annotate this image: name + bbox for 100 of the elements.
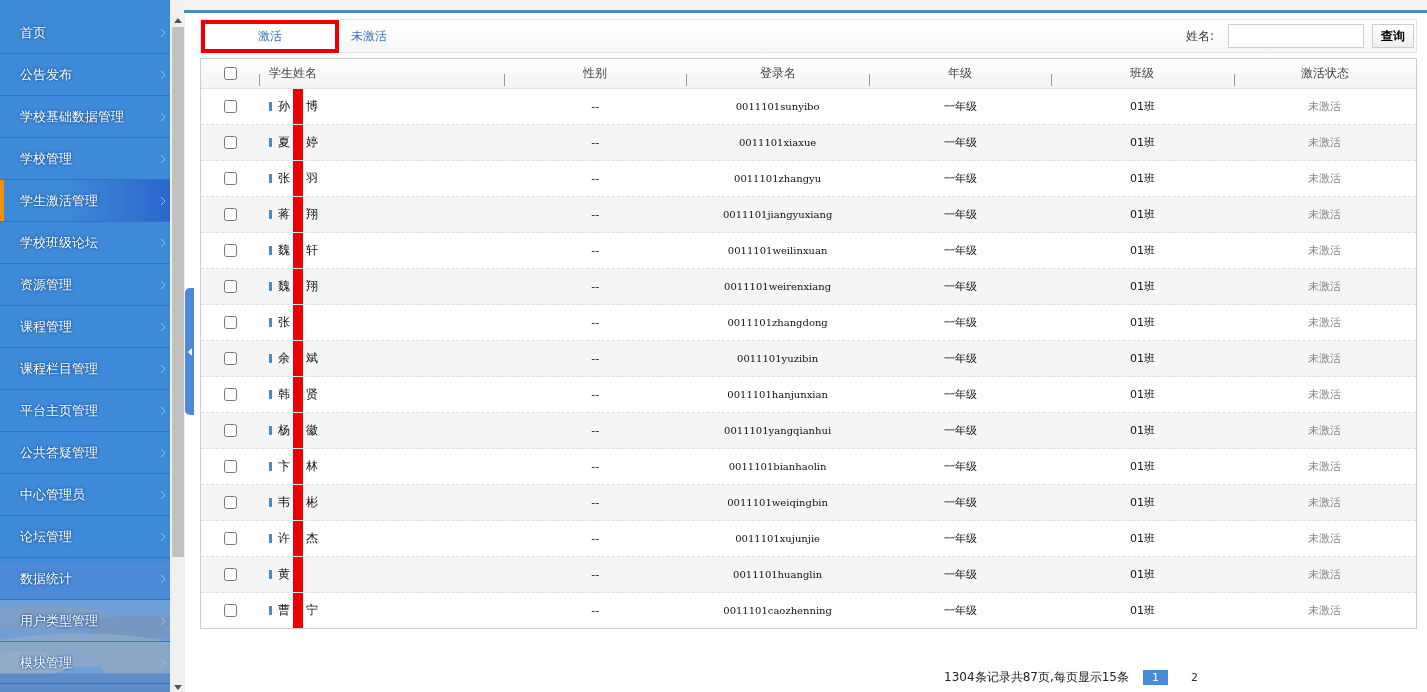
table-cell: 未激活 xyxy=(1308,495,1342,510)
row-checkbox[interactable] xyxy=(224,604,237,617)
table-cell: -- xyxy=(591,136,600,149)
table-cell: 0011101huanglin xyxy=(733,569,823,580)
row-checkbox[interactable] xyxy=(224,424,237,437)
table-cell: 未激活 xyxy=(1308,459,1342,474)
student-name: 贤 xyxy=(306,386,318,403)
table-cell: 一年级 xyxy=(943,279,977,294)
redaction-bar xyxy=(293,233,303,268)
table-cell: 0011101bianhaolin xyxy=(728,461,827,472)
table-cell: 0011101zhangyu xyxy=(734,173,822,184)
scrollbar[interactable] xyxy=(170,0,185,692)
student-name: 杨 xyxy=(278,422,290,439)
student-name: 博 xyxy=(306,98,318,115)
column-header[interactable]: 班级 xyxy=(1130,65,1155,82)
table-cell: 一年级 xyxy=(943,459,977,474)
table-cell: 01班 xyxy=(1129,207,1155,222)
chevron-icon xyxy=(160,279,166,290)
table-cell: 一年级 xyxy=(943,495,977,510)
scroll-up-icon[interactable] xyxy=(173,18,182,23)
table-cell: 一年级 xyxy=(943,135,977,150)
redaction-bar xyxy=(293,89,303,124)
table-cell: 未激活 xyxy=(1308,315,1342,330)
row-checkbox[interactable] xyxy=(224,388,237,401)
page-link[interactable]: 1 xyxy=(1143,670,1168,685)
redaction-bar xyxy=(293,305,303,340)
tab[interactable]: 未激活 xyxy=(343,23,395,49)
student-name: 斌 xyxy=(306,350,318,367)
column-header[interactable]: 性别 xyxy=(583,65,608,82)
row-checkbox[interactable] xyxy=(224,208,237,221)
table-cell: 0011101yangqianhui xyxy=(724,425,832,436)
column-header[interactable]: 学生姓名 xyxy=(269,65,317,82)
column-header[interactable]: 年级 xyxy=(948,65,972,82)
table-cell: 01班 xyxy=(1129,603,1155,618)
chevron-icon xyxy=(160,321,166,332)
table-cell: 01班 xyxy=(1129,279,1155,294)
row-checkbox[interactable] xyxy=(224,172,237,185)
chevron-icon xyxy=(160,69,166,80)
row-checkbox[interactable] xyxy=(224,136,237,149)
student-name: 婷 xyxy=(306,134,318,151)
table-cell: 一年级 xyxy=(943,603,977,618)
table-cell: 一年级 xyxy=(943,387,977,402)
table-cell: 0011101xiaxue xyxy=(738,137,817,148)
table-cell: 未激活 xyxy=(1308,351,1342,366)
redaction-bar xyxy=(293,413,303,448)
redaction-bar xyxy=(293,341,303,376)
row-checkbox[interactable] xyxy=(224,568,237,581)
table-cell: -- xyxy=(591,424,600,437)
table-cell: 0011101weilinxuan xyxy=(727,245,828,256)
row-checkbox[interactable] xyxy=(224,100,237,113)
bullet-icon xyxy=(269,174,272,183)
table-cell: 01班 xyxy=(1129,387,1155,402)
table-cell: -- xyxy=(591,208,600,221)
student-name: 杰 xyxy=(306,530,318,547)
table-cell: 一年级 xyxy=(943,351,977,366)
row-checkbox[interactable] xyxy=(224,316,237,329)
chevron-icon xyxy=(160,195,166,206)
column-header[interactable]: 激活状态 xyxy=(1300,65,1349,82)
table-cell: 0011101yuzibin xyxy=(737,353,819,364)
row-checkbox[interactable] xyxy=(224,244,237,257)
name-field[interactable] xyxy=(1228,24,1364,48)
search-label: 姓名: xyxy=(1185,27,1214,45)
row-checkbox[interactable] xyxy=(224,532,237,545)
table-cell: 0011101hanjunxian xyxy=(727,389,828,400)
table-cell: 未激活 xyxy=(1308,279,1342,294)
sidebar-item[interactable]: 学生激活管理 xyxy=(0,180,170,222)
table-cell: -- xyxy=(591,280,600,293)
table-cell: 未激活 xyxy=(1308,567,1342,582)
redaction-bar xyxy=(293,557,303,592)
select-all-checkbox[interactable] xyxy=(224,67,237,80)
search-button[interactable]: 查询 xyxy=(1372,24,1414,48)
row-checkbox[interactable] xyxy=(224,352,237,365)
table-cell: 01班 xyxy=(1129,459,1155,474)
redaction-bar xyxy=(293,161,303,196)
table-cell: -- xyxy=(591,352,600,365)
collapse-handle[interactable] xyxy=(185,288,194,415)
redaction-bar xyxy=(293,449,303,484)
row-checkbox[interactable] xyxy=(224,496,237,509)
table-cell: 0011101weiqingbin xyxy=(727,497,828,508)
scroll-down-icon[interactable] xyxy=(173,685,182,690)
row-checkbox[interactable] xyxy=(224,460,237,473)
table-cell: 一年级 xyxy=(943,531,977,546)
chevron-icon xyxy=(160,153,166,164)
table-cell: 01班 xyxy=(1129,135,1155,150)
student-name: 张 xyxy=(278,314,290,331)
chevron-icon xyxy=(160,27,166,38)
column-header[interactable]: 登录名 xyxy=(759,65,796,82)
chevron-icon xyxy=(160,111,166,122)
chevron-icon xyxy=(160,405,166,416)
table-cell: 0011101jiangyuxiang xyxy=(722,209,833,220)
row-checkbox[interactable] xyxy=(224,280,237,293)
table-cell: -- xyxy=(591,244,600,257)
bullet-icon xyxy=(269,138,272,147)
chevron-icon xyxy=(160,531,166,542)
student-name: 彬 xyxy=(306,494,318,511)
table-cell: 未激活 xyxy=(1308,423,1342,438)
table-cell: 未激活 xyxy=(1308,531,1342,546)
page-link[interactable]: 2 xyxy=(1182,670,1207,685)
student-name: 韩 xyxy=(278,386,290,403)
student-name: 翔 xyxy=(306,278,318,295)
